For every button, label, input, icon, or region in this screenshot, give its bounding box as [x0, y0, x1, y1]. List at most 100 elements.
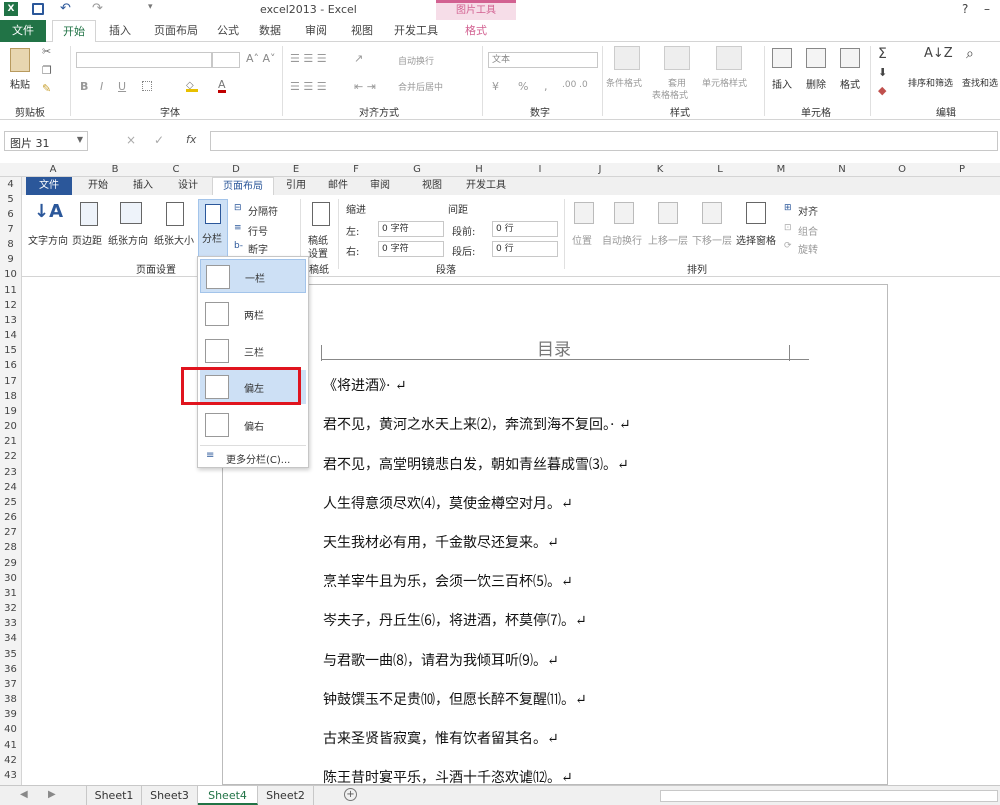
add-sheet-icon[interactable]: +: [344, 788, 357, 801]
tab-data[interactable]: 数据: [252, 20, 288, 42]
row-header[interactable]: 23: [0, 465, 21, 480]
columns-button[interactable]: 分栏: [198, 199, 228, 259]
orientation-icon[interactable]: ↗: [354, 52, 363, 65]
column-header[interactable]: L: [690, 163, 750, 177]
tab-review[interactable]: 审阅: [298, 20, 334, 42]
send-backward-icon[interactable]: [702, 202, 722, 224]
format-painter-icon[interactable]: ✎: [42, 82, 51, 95]
document-page[interactable]: 目录 《将进酒》· ↵ 君不见，黄河之水天上来⑵，奔流到海不复回。· ↵ 君不见…: [222, 284, 888, 786]
column-header[interactable]: J: [570, 163, 630, 177]
wrap-text-icon[interactable]: [614, 202, 634, 224]
autosum-icon[interactable]: Σ: [878, 46, 887, 62]
italic-button[interactable]: I: [100, 80, 103, 93]
name-box[interactable]: 图片 31 ▼: [4, 131, 88, 151]
comma-button[interactable]: ,: [544, 80, 548, 93]
row-header[interactable]: 7: [0, 222, 21, 237]
rotate-objects-button[interactable]: 旋转: [798, 241, 818, 256]
align-objects-button[interactable]: 对齐: [798, 203, 818, 218]
row-header[interactable]: 16: [0, 358, 21, 373]
cut-icon[interactable]: ✂: [42, 45, 51, 58]
row-header[interactable]: 4: [0, 177, 21, 192]
row-header[interactable]: 34: [0, 631, 21, 646]
delete-cells-icon[interactable]: [806, 48, 826, 68]
currency-icon[interactable]: ¥: [492, 80, 499, 93]
sheet-tab[interactable]: Sheet2: [258, 786, 314, 805]
row-header[interactable]: 17: [0, 374, 21, 389]
column-header[interactable]: P: [932, 163, 992, 177]
format-cells-button[interactable]: 格式: [840, 76, 860, 91]
tab-view[interactable]: 视图: [344, 20, 380, 42]
margins-icon[interactable]: [80, 202, 98, 226]
indent-right-input[interactable]: 0 字符: [378, 241, 444, 257]
tab-page-layout[interactable]: 页面布局: [146, 20, 206, 42]
row-header[interactable]: 39: [0, 707, 21, 722]
row-header[interactable]: 9: [0, 252, 21, 267]
font-size-box[interactable]: [212, 52, 240, 68]
orientation-button[interactable]: 纸张方向: [108, 232, 148, 247]
selection-pane-button[interactable]: 选择窗格: [736, 232, 776, 247]
format-table-icon[interactable]: [664, 46, 690, 70]
chevron-down-icon[interactable]: ▼: [77, 135, 83, 144]
conditional-format-icon[interactable]: [614, 46, 640, 70]
enter-formula-button[interactable]: ✓: [154, 133, 164, 147]
row-header[interactable]: 38: [0, 692, 21, 707]
paste-icon[interactable]: [10, 48, 30, 72]
font-color-icon[interactable]: A: [218, 79, 226, 93]
underline-button[interactable]: U: [118, 80, 126, 93]
conditional-format-button[interactable]: 条件格式: [606, 76, 642, 89]
tab-developer[interactable]: 开发工具: [390, 20, 442, 42]
border-icon[interactable]: [142, 81, 152, 91]
undo-icon[interactable]: ↶: [60, 1, 71, 16]
text-direction-icon[interactable]: ↓A: [34, 201, 63, 222]
row-header[interactable]: 14: [0, 328, 21, 343]
row-header[interactable]: 43: [0, 768, 21, 783]
line-numbers-button[interactable]: 行号: [248, 223, 268, 238]
position-button[interactable]: 位置: [572, 232, 592, 247]
row-header[interactable]: 31: [0, 586, 21, 601]
wrap-text-word-button[interactable]: 自动换行: [602, 232, 642, 247]
hyphenation-button[interactable]: 断字: [248, 241, 268, 256]
position-icon[interactable]: [574, 202, 594, 224]
bring-forward-button[interactable]: 上移一层: [648, 232, 688, 247]
row-header[interactable]: 5: [0, 192, 21, 207]
bold-button[interactable]: B: [80, 80, 88, 93]
row-header[interactable]: 40: [0, 722, 21, 737]
grow-font-icon[interactable]: A˄ A˅: [246, 52, 276, 65]
draft-settings-button-line2[interactable]: 设置: [308, 245, 328, 260]
cell-style-icon[interactable]: [716, 46, 742, 70]
row-header[interactable]: 26: [0, 510, 21, 525]
row-header[interactable]: 19: [0, 404, 21, 419]
save-icon[interactable]: [32, 3, 44, 15]
row-header[interactable]: 33: [0, 616, 21, 631]
row-header[interactable]: 37: [0, 677, 21, 692]
word-tab-developer[interactable]: 开发工具: [460, 177, 512, 195]
word-tab-review[interactable]: 审阅: [362, 177, 398, 195]
word-tab-mailings[interactable]: 邮件: [320, 177, 356, 195]
sheet-tab-active[interactable]: Sheet4: [198, 786, 258, 805]
group-objects-button[interactable]: 组合: [798, 223, 818, 238]
row-header[interactable]: 41: [0, 738, 21, 753]
row-header[interactable]: 10: [0, 267, 21, 282]
cell-style-button[interactable]: 单元格样式: [702, 76, 747, 89]
wrap-text-button[interactable]: 自动换行: [398, 54, 434, 67]
percent-button[interactable]: %: [518, 80, 528, 93]
row-header[interactable]: 35: [0, 647, 21, 662]
find-select-button[interactable]: 查找和选: [962, 76, 998, 89]
row-header[interactable]: 21: [0, 434, 21, 449]
column-header[interactable]: M: [750, 163, 812, 177]
menu-item-right-column[interactable]: 偏右: [200, 408, 306, 442]
format-cells-icon[interactable]: [840, 48, 860, 68]
fill-color-icon[interactable]: ◇: [186, 80, 198, 92]
row-header[interactable]: 25: [0, 495, 21, 510]
column-header[interactable]: D: [206, 163, 266, 177]
word-tab-home[interactable]: 开始: [76, 177, 120, 195]
row-header[interactable]: 42: [0, 753, 21, 768]
row-header[interactable]: 20: [0, 419, 21, 434]
spacing-after-input[interactable]: 0 行: [492, 241, 558, 257]
word-tab-view[interactable]: 视图: [414, 177, 450, 195]
merge-center-button[interactable]: 合并后居中: [398, 80, 443, 93]
row-header[interactable]: 22: [0, 449, 21, 464]
row-header[interactable]: 13: [0, 313, 21, 328]
column-header[interactable]: E: [266, 163, 326, 177]
row-header[interactable]: 12: [0, 298, 21, 313]
